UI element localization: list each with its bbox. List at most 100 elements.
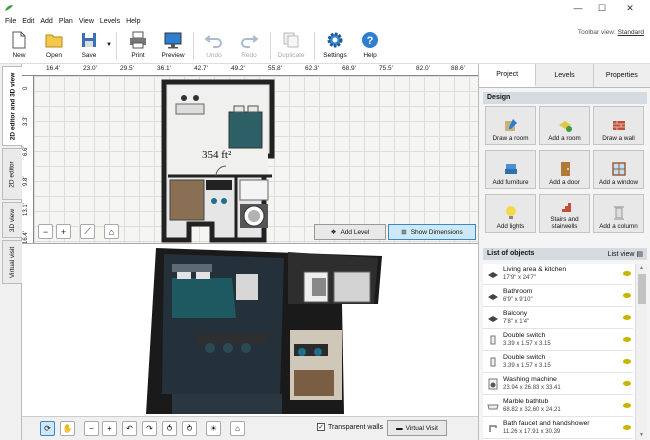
- tab-label: 2D editor: [9, 160, 16, 188]
- home-view-button[interactable]: ⌂: [104, 224, 119, 239]
- add-a-column-button[interactable]: Add a column: [593, 194, 644, 233]
- maximize-button[interactable]: ☐: [590, 0, 614, 16]
- toolbar-view-selector[interactable]: Toolbar view: Standard: [578, 29, 644, 36]
- scrollbar-thumb[interactable]: [638, 274, 646, 304]
- stairs-and-stairwells-button[interactable]: Stairs and stairwells: [539, 194, 590, 233]
- add-furniture-button[interactable]: Add furniture: [485, 150, 536, 189]
- open-button[interactable]: Open: [37, 30, 71, 62]
- home-3d-button[interactable]: ⌂: [230, 421, 245, 436]
- tab-3d-view[interactable]: 3D view: [2, 202, 22, 238]
- rotate-right-button[interactable]: ↷: [142, 421, 157, 436]
- menu-edit[interactable]: Edit: [19, 16, 37, 28]
- visibility-eye-icon[interactable]: [623, 403, 631, 408]
- minimize-button[interactable]: —: [566, 0, 590, 16]
- close-button[interactable]: ✕: [618, 0, 642, 16]
- lighting-button[interactable]: ☀: [206, 421, 221, 436]
- rotate-right-icon: ↷: [146, 424, 153, 433]
- pan-button[interactable]: ✋: [60, 421, 75, 436]
- menu-add[interactable]: Add: [37, 16, 55, 28]
- scroll-up-icon[interactable]: ▲: [639, 265, 644, 271]
- list-view-toggle[interactable]: List view ▤: [608, 250, 643, 258]
- visibility-eye-icon[interactable]: [623, 337, 631, 342]
- zoom-out-button[interactable]: −: [38, 224, 53, 239]
- view-3d[interactable]: [22, 244, 478, 416]
- 3d-apartment-render[interactable]: [22, 244, 478, 416]
- tab-virtual-visit[interactable]: Virtual visit: [2, 240, 22, 284]
- menu-plan[interactable]: Plan: [56, 16, 76, 28]
- orbit-right-button[interactable]: ⥁: [182, 421, 197, 436]
- add-a-window-button[interactable]: Add a window: [593, 150, 644, 189]
- measure-button[interactable]: ⟋: [80, 224, 95, 239]
- new-label: New: [12, 52, 26, 59]
- zoom-in-3d-button[interactable]: +: [102, 421, 117, 436]
- tab-2d-editor-and-3d-view[interactable]: 2D editor and 3D view: [2, 66, 22, 146]
- list-item[interactable]: Marble bathtub 68.82 x 32.60 x 24.21: [483, 396, 633, 417]
- transparent-walls-checkbox[interactable]: ✓: [317, 423, 325, 431]
- redo-label: Redo: [241, 52, 257, 59]
- list-item[interactable]: Balcony 7'8" x 1'4": [483, 308, 633, 329]
- visibility-eye-icon[interactable]: [623, 425, 631, 430]
- menu-view[interactable]: View: [76, 16, 97, 28]
- rotate-left-button[interactable]: ↶: [122, 421, 137, 436]
- zoom-out-3d-button[interactable]: −: [84, 421, 99, 436]
- object-dims: 3.39 x 1.57 x 3.15: [503, 363, 551, 369]
- view-3d-toolbar: ⟳ ✋ − + ↶ ↷ ⥀ ⥁ ☀ ⌂ ✓ Transparent walls ▬…: [22, 416, 478, 440]
- visibility-eye-icon[interactable]: [623, 271, 631, 276]
- ruler-tick-label: 62.3': [305, 65, 319, 72]
- print-button[interactable]: Print: [121, 30, 155, 62]
- duplicate-icon: [283, 32, 299, 48]
- list-item[interactable]: Bath faucet and handshower 11.26 x 17.91 …: [483, 418, 633, 439]
- zoom-in-button[interactable]: +: [56, 224, 71, 239]
- visibility-eye-icon[interactable]: [623, 359, 631, 364]
- save-button[interactable]: Save: [72, 30, 106, 62]
- menu-levels[interactable]: Levels: [97, 16, 123, 28]
- visibility-eye-icon[interactable]: [623, 315, 631, 320]
- plan-grid[interactable]: 354 ft²: [34, 76, 478, 244]
- duplicate-button[interactable]: Duplicate: [274, 30, 308, 62]
- visibility-eye-icon[interactable]: [623, 381, 631, 386]
- plan-2d-editor[interactable]: 16.4' 23.0' 29.5' 36.1' 42.7' 49.2' 55.8…: [22, 64, 478, 244]
- new-button[interactable]: New: [2, 30, 36, 62]
- settings-button[interactable]: Settings: [318, 30, 352, 62]
- ruler-tick-label: 36.1': [157, 65, 171, 72]
- toolbar-view-value[interactable]: Standard: [618, 29, 644, 36]
- add-lights-button[interactable]: Add lights: [485, 194, 536, 233]
- visibility-eye-icon[interactable]: [623, 293, 631, 298]
- undo-button[interactable]: Undo: [197, 30, 231, 62]
- menu-help[interactable]: Help: [123, 16, 143, 28]
- add-level-button[interactable]: ❖ Add Level: [314, 224, 386, 240]
- duplicate-label: Duplicate: [277, 52, 305, 59]
- add-room-icon: [558, 121, 572, 132]
- objects-list[interactable]: Living area & kitchen 17'9" x 24'7" Bathr…: [483, 264, 647, 440]
- list-item[interactable]: Double switch 3.39 x 1.57 x 3.15: [483, 330, 633, 351]
- objects-scrollbar[interactable]: ▲ ▼: [635, 264, 647, 440]
- floor-plan-drawing[interactable]: [34, 76, 478, 244]
- tab-properties[interactable]: Properties: [593, 64, 650, 87]
- tab-2d-editor[interactable]: 2D editor: [2, 148, 22, 200]
- draw-a-room-button[interactable]: Draw a room: [485, 106, 536, 145]
- add-a-door-button[interactable]: Add a door: [539, 150, 590, 189]
- orbit-left-button[interactable]: ⥀: [162, 421, 177, 436]
- preview-button[interactable]: Preview: [156, 30, 190, 62]
- list-item[interactable]: Bathroom 6'9" x 9'10": [483, 286, 633, 307]
- list-item[interactable]: Living area & kitchen 17'9" x 24'7": [483, 264, 633, 285]
- select-360-button[interactable]: ⟳: [40, 421, 55, 436]
- transparent-walls-toggle[interactable]: ✓ Transparent walls: [317, 423, 383, 431]
- help-button[interactable]: ? Help: [353, 30, 387, 62]
- show-dimensions-button[interactable]: ⊞ Show Dimensions: [388, 224, 476, 240]
- toolbar-separator: [193, 32, 194, 60]
- draw-a-wall-button[interactable]: Draw a wall: [593, 106, 644, 145]
- tab-project[interactable]: Project: [479, 64, 537, 87]
- save-dropdown-chevron-icon[interactable]: ▼: [106, 42, 112, 48]
- scroll-down-icon[interactable]: ▼: [639, 432, 644, 438]
- tab-levels[interactable]: Levels: [536, 64, 594, 87]
- menu-file[interactable]: File: [2, 16, 19, 28]
- list-item[interactable]: Double switch 3.39 x 1.57 x 3.15: [483, 352, 633, 373]
- redo-button[interactable]: Redo: [232, 30, 266, 62]
- add-a-room-button[interactable]: Add a room: [539, 106, 590, 145]
- stairs-label: Stairs and stairwells: [550, 216, 579, 230]
- rotate-360-icon: ⟳: [44, 424, 51, 433]
- orbit-left-icon: ⥀: [166, 424, 173, 433]
- virtual-visit-button[interactable]: ▬ Virtual Visit: [387, 420, 447, 436]
- list-item[interactable]: Washing machine 23.94 x 26.83 x 33.41: [483, 374, 633, 395]
